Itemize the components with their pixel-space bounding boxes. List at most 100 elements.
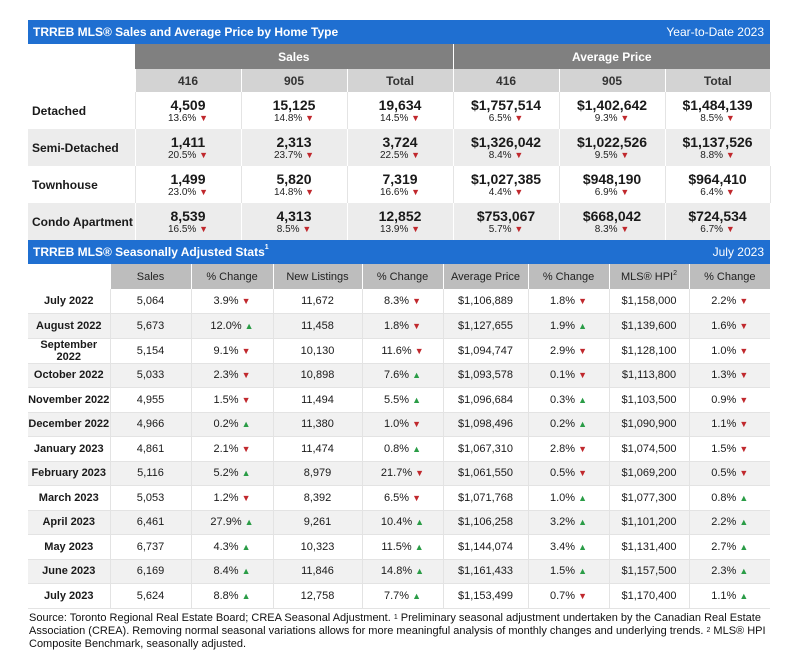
stat-value: $1,326,042 [470,133,542,150]
stat-value: 2,313 [276,133,312,150]
average-price-change: 1.8% ▼ [528,289,610,314]
average-price-change: 0.5% ▼ [528,461,610,486]
stat-value: 5,820 [276,170,312,187]
month-row: July 2023 5,624 8.8% ▲ 12,758 7.7% ▲ $1,153,4… [28,583,770,609]
month-row: August 2022 5,673 12.0% ▲ 11,458 1.8% ▼ $1,12… [28,313,770,339]
change-pct: 1.8% [549,295,576,307]
arrow-up-icon: ▲ [739,517,749,528]
home-type-row: Condo Apartment 8,539 16.5% ▼ 4,313 8.5% ▼ 12… [28,203,771,240]
average-price-change: 3.2% ▲ [528,510,610,535]
arrow-up-icon: ▲ [241,468,251,479]
arrow-up-icon: ▲ [739,566,749,577]
stat-cell: $1,484,139 8.5% ▼ [665,92,771,129]
arrow-down-icon: ▼ [302,223,312,234]
hpi-value: $1,157,500 [609,559,690,584]
arrow-up-icon: ▲ [241,541,251,552]
stat-change: 6.5% ▼ [454,113,559,124]
arrow-down-icon: ▼ [739,443,749,454]
average-price-value: $1,106,258 [443,510,529,535]
stat-change: 6.4% ▼ [666,187,770,198]
arrow-down-icon: ▼ [241,370,251,381]
change-pct: 3.9% [213,295,239,307]
arrow-down-icon: ▼ [199,149,209,160]
sales-value: 4,861 [110,436,192,462]
stat-change-pct: 6.7% [700,223,724,235]
stat-change: 13.6% ▼ [136,113,241,124]
arrow-down-icon: ▼ [578,370,588,381]
arrow-down-icon: ▼ [241,443,251,454]
arrow-up-icon: ▲ [739,492,749,503]
arrow-up-icon: ▲ [241,590,251,601]
change-pct: 11.5% [381,540,412,553]
arrow-up-icon: ▲ [578,320,588,331]
footnote: Source: Toronto Regional Real Estate Boa… [29,612,777,651]
new-listings-value: 11,494 [273,387,363,413]
new-listings-change: 21.7% ▼ [362,461,444,486]
new-listings-value: 8,979 [273,461,363,486]
average-price-value: $1,071,768 [443,485,529,511]
average-price-change: 1.0% ▲ [528,485,610,511]
change-pct: 2.7% [711,540,737,553]
arrow-up-icon: ▲ [739,541,749,552]
stat-value: $724,534 [688,207,747,224]
report: TRREB MLS® Sales and Average Price by Ho… [28,20,771,609]
arrow-up-icon: ▲ [412,590,422,601]
arrow-down-icon: ▼ [578,443,588,454]
change-pct: 0.1% [549,369,576,382]
arrow-down-icon: ▼ [411,112,421,123]
month-col-blank [28,264,111,289]
change-pct: 14.8% [380,565,413,578]
average-price-change: 0.2% ▲ [528,412,610,437]
hpi-value: $1,170,400 [609,583,690,609]
stat-change: 20.5% ▼ [136,150,241,161]
arrow-down-icon: ▼ [725,112,735,123]
stat-change: 9.3% ▼ [560,113,665,124]
stat-change-pct: 8.8% [700,149,724,161]
stat-cell: 1,499 23.0% ▼ [135,166,242,203]
new-listings-value: 8,392 [273,485,363,511]
stat-value: $1,402,642 [576,96,648,113]
stat-cell: $1,757,514 6.5% ▼ [453,92,560,129]
stat-change: 13.9% ▼ [348,224,453,235]
sales-value: 6,737 [110,534,192,560]
sales-change: 27.9% ▲ [191,510,274,535]
change-pct: 2.2% [711,295,737,307]
seasonal-table: Sales % Change New Listings % Change Average… [28,264,770,609]
new-listings-change: 0.8% ▲ [362,436,444,462]
stat-cell: $948,190 6.9% ▼ [559,166,666,203]
hpi-value: $1,090,900 [609,412,690,437]
home-type-label: Townhouse [28,166,136,203]
arrow-up-icon: ▲ [739,590,749,601]
home-type-row: Townhouse 1,499 23.0% ▼ 5,820 14.8% ▼ 7,319 16… [28,166,771,203]
month-label: May 2023 [28,534,111,560]
arrow-down-icon: ▼ [305,186,315,197]
stat-cell: $1,402,642 9.3% ▼ [559,92,666,129]
change-pct: 0.9% [711,393,737,406]
change-pct: 4.3% [213,540,239,553]
stat-cell: 15,125 14.8% ▼ [241,92,348,129]
new-listings-change: 11.5% ▲ [362,534,444,560]
arrow-down-icon: ▼ [739,419,749,430]
sales-change: 5.2% ▲ [191,461,274,486]
hpi-value: $1,101,200 [609,510,690,535]
average-price-value: $1,094,747 [443,338,529,364]
sales-change: 3.9% ▼ [191,289,274,314]
change-pct: 5.2% [213,467,239,480]
arrow-down-icon: ▼ [578,590,588,601]
stat-change: 16.6% ▼ [348,187,453,198]
month-label: December 2022 [28,412,111,437]
hpi-change: 1.1% ▲ [689,583,770,609]
stat-change: 8.5% ▼ [666,113,770,124]
change-pct: 10.4% [380,516,413,529]
change-pct: 2.2% [711,516,737,529]
sales-value: 5,064 [110,289,192,314]
stat-value: 3,724 [382,133,418,150]
seasonal-col-header: % Change [689,264,770,289]
arrow-down-icon: ▼ [199,223,209,234]
sales-change: 0.2% ▲ [191,412,274,437]
arrow-up-icon: ▲ [578,541,588,552]
month-label: October 2022 [28,363,111,388]
arrow-down-icon: ▼ [241,296,251,306]
change-pct: 1.1% [711,418,737,431]
change-pct: 1.0% [383,418,410,431]
